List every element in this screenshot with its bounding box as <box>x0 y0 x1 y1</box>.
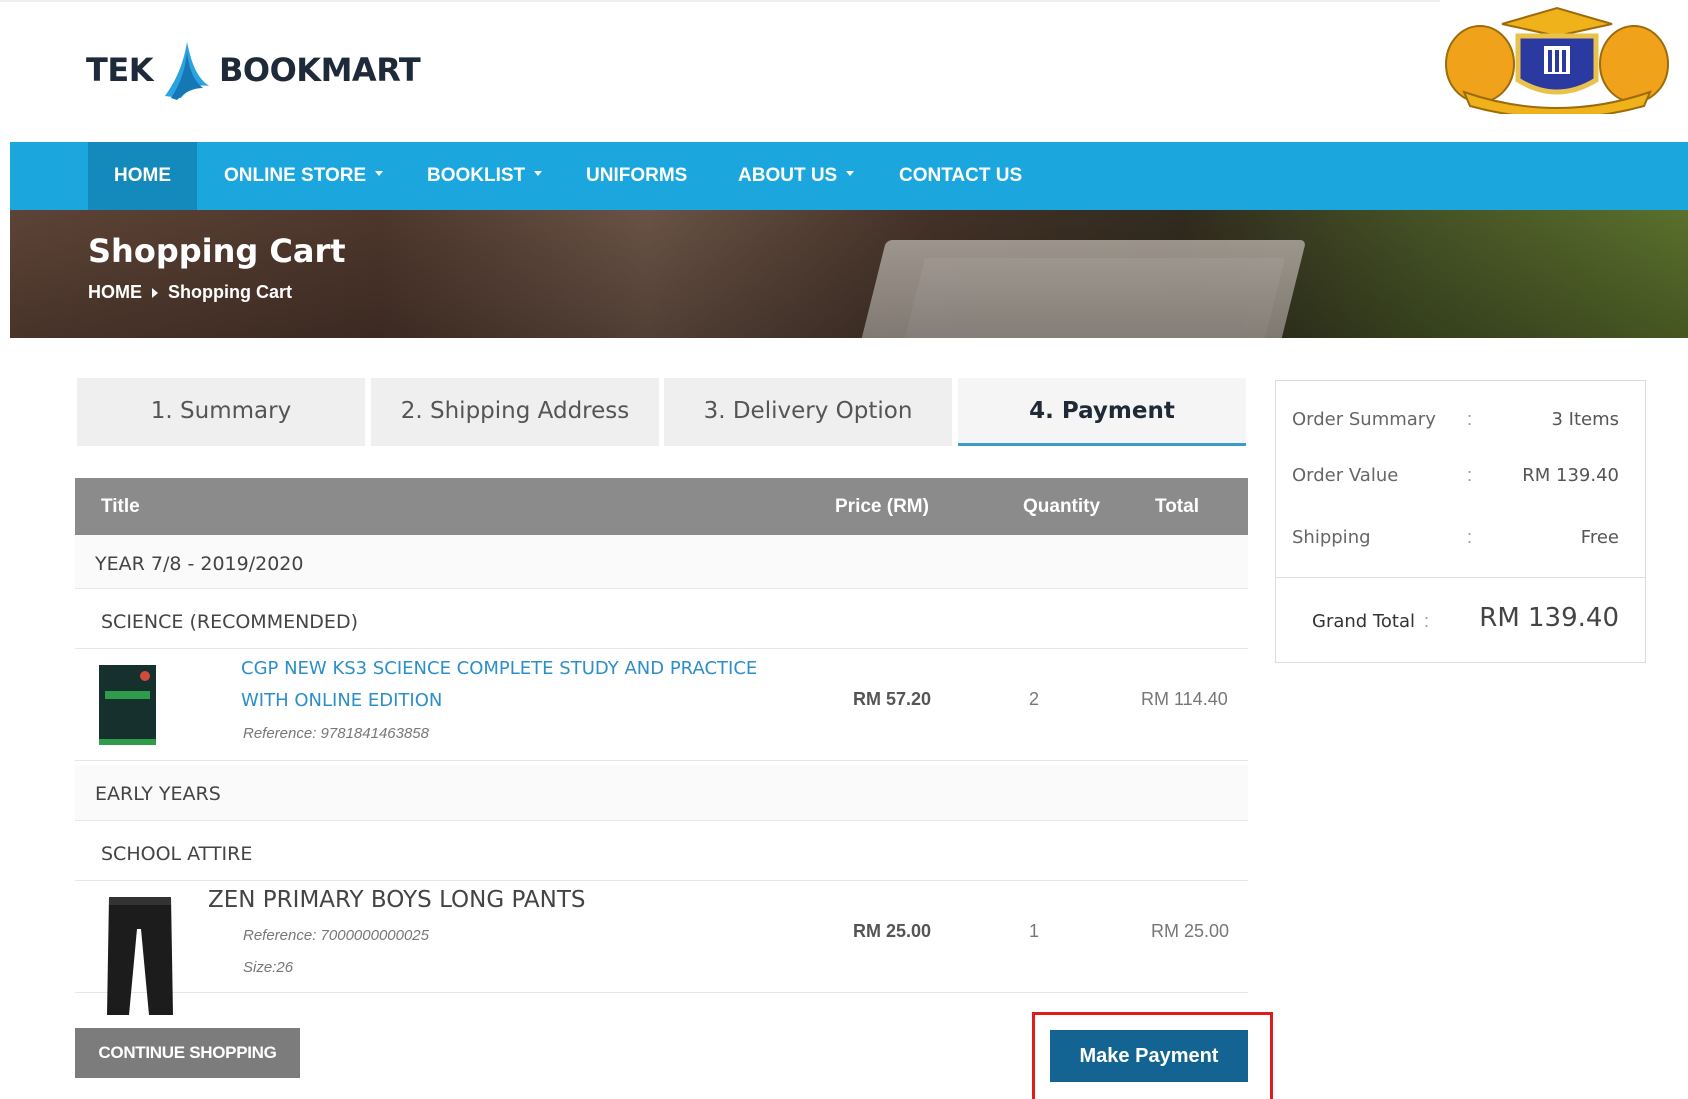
item-total: RM 25.00 <box>1151 921 1230 941</box>
col-total: Total <box>1155 496 1199 517</box>
tek-bookmart-logo[interactable]: TEK BOOKMART <box>86 38 421 102</box>
item-reference: Reference: 9781841463858 <box>243 725 429 742</box>
logo-text-right: BOOKMART <box>218 51 421 89</box>
item-title-line2: WITH ONLINE EDITION <box>241 690 443 711</box>
nav-booklist-label: BOOKLIST <box>427 165 526 186</box>
chevron-down-icon <box>534 171 543 177</box>
item-title-line1: CGP NEW KS3 SCIENCE COMPLETE STUDY AND P… <box>241 658 758 679</box>
nav-home[interactable]: HOME <box>88 142 197 210</box>
make-payment-button[interactable]: Make Payment <box>1050 1030 1248 1082</box>
nav-home-label: HOME <box>114 165 171 186</box>
col-price: Price (RM) <box>835 496 929 517</box>
nav-uniforms-label: UNIFORMS <box>586 165 688 186</box>
summary-colon: : <box>1467 527 1473 547</box>
order-summary-panel: Order Summary : 3 Items Order Value : RM… <box>1275 380 1646 663</box>
nav-online-store-label: ONLINE STORE <box>224 165 367 186</box>
item-title[interactable]: ZEN PRIMARY BOYS LONG PANTS <box>208 887 586 913</box>
step-summary[interactable]: 1. Summary <box>77 378 365 446</box>
summary-label-shipping: Shipping <box>1292 527 1371 548</box>
group-label: YEAR 7/8 - 2019/2020 <box>95 553 304 575</box>
step-shipping-address[interactable]: 2. Shipping Address <box>371 378 659 446</box>
group-row-school-attire: SCHOOL ATTIRE <box>75 821 1248 881</box>
summary-label-order-value: Order Value <box>1292 465 1399 486</box>
chevron-down-icon <box>846 171 855 177</box>
group-row-science: SCIENCE (RECOMMENDED) <box>75 589 1248 649</box>
school-crest-icon <box>1445 6 1669 114</box>
logo-text-left: TEK <box>86 51 153 89</box>
item-price: RM 25.00 <box>853 921 932 941</box>
summary-colon: : <box>1467 465 1473 485</box>
nav-contact-us-label: CONTACT US <box>899 165 1023 186</box>
grand-total-label: Grand Total <box>1312 611 1415 632</box>
nav-contact-us[interactable]: CONTACT US <box>899 142 1022 210</box>
item-title-link[interactable]: CGP NEW KS3 SCIENCE COMPLETE STUDY AND P… <box>241 653 757 717</box>
book-cover-badge <box>140 671 150 681</box>
summary-label-items: Order Summary <box>1292 409 1436 430</box>
nav-about-us-label: ABOUT US <box>738 165 838 186</box>
breadcrumb-arrow-icon <box>152 287 158 298</box>
item-price: RM 57.20 <box>853 689 932 709</box>
nav-online-store[interactable]: ONLINE STORE <box>224 142 384 210</box>
grand-total-value: RM 139.40 <box>1479 603 1619 633</box>
chevron-down-icon <box>375 171 384 177</box>
item-total: RM 114.40 <box>1141 689 1228 709</box>
page-title: Shopping Cart <box>88 232 346 270</box>
main-nav: HOME ONLINE STORE BOOKLIST UNIFORMS ABOU… <box>10 142 1688 210</box>
col-title: Title <box>101 496 140 517</box>
summary-value-items: 3 Items <box>1551 409 1619 430</box>
item-size: Size:26 <box>243 959 294 976</box>
group-row-year: YEAR 7/8 - 2019/2020 <box>75 535 1248 589</box>
leaf-logo-icon <box>164 42 209 100</box>
group-label: SCIENCE (RECOMMENDED) <box>101 611 358 633</box>
cart-item-row: CGP NEW KS3 SCIENCE COMPLETE STUDY AND P… <box>75 649 1248 761</box>
nav-uniforms[interactable]: UNIFORMS <box>586 142 687 210</box>
breadcrumb: HOME Shopping Cart <box>88 282 292 303</box>
summary-divider <box>1276 577 1645 578</box>
item-reference: Reference: 7000000000025 <box>243 927 429 944</box>
continue-shopping-button[interactable]: CONTINUE SHOPPING <box>75 1028 300 1078</box>
book-cover-band <box>105 691 150 699</box>
cart-item-row: ZEN PRIMARY BOYS LONG PANTS Reference: 7… <box>75 881 1248 1015</box>
banner-shade <box>10 210 1688 338</box>
summary-colon: : <box>1467 409 1473 429</box>
item-quantity: 2 <box>1029 689 1040 709</box>
group-label: EARLY YEARS <box>95 783 221 805</box>
nav-booklist[interactable]: BOOKLIST <box>427 142 543 210</box>
top-border <box>0 0 1440 2</box>
group-label: SCHOOL ATTIRE <box>101 843 253 865</box>
cart-table-header: Title Price (RM) Quantity Total <box>75 478 1248 535</box>
page-banner: Shopping Cart HOME Shopping Cart <box>10 210 1688 338</box>
col-quantity: Quantity <box>1023 496 1101 517</box>
breadcrumb-home[interactable]: HOME <box>88 282 142 303</box>
summary-value-order-value: RM 139.40 <box>1522 465 1619 486</box>
nav-about-us[interactable]: ABOUT US <box>738 142 855 210</box>
step-delivery-option[interactable]: 3. Delivery Option <box>664 378 952 446</box>
group-row-early-years: EARLY YEARS <box>75 765 1248 821</box>
summary-value-shipping: Free <box>1580 527 1619 548</box>
breadcrumb-current: Shopping Cart <box>168 282 292 302</box>
book-cover-thumbnail[interactable] <box>99 665 156 745</box>
step-payment[interactable]: 4. Payment <box>958 378 1246 446</box>
pants-thumbnail[interactable] <box>105 893 175 1017</box>
grand-total-colon: : <box>1424 611 1430 631</box>
item-quantity: 1 <box>1029 921 1040 941</box>
